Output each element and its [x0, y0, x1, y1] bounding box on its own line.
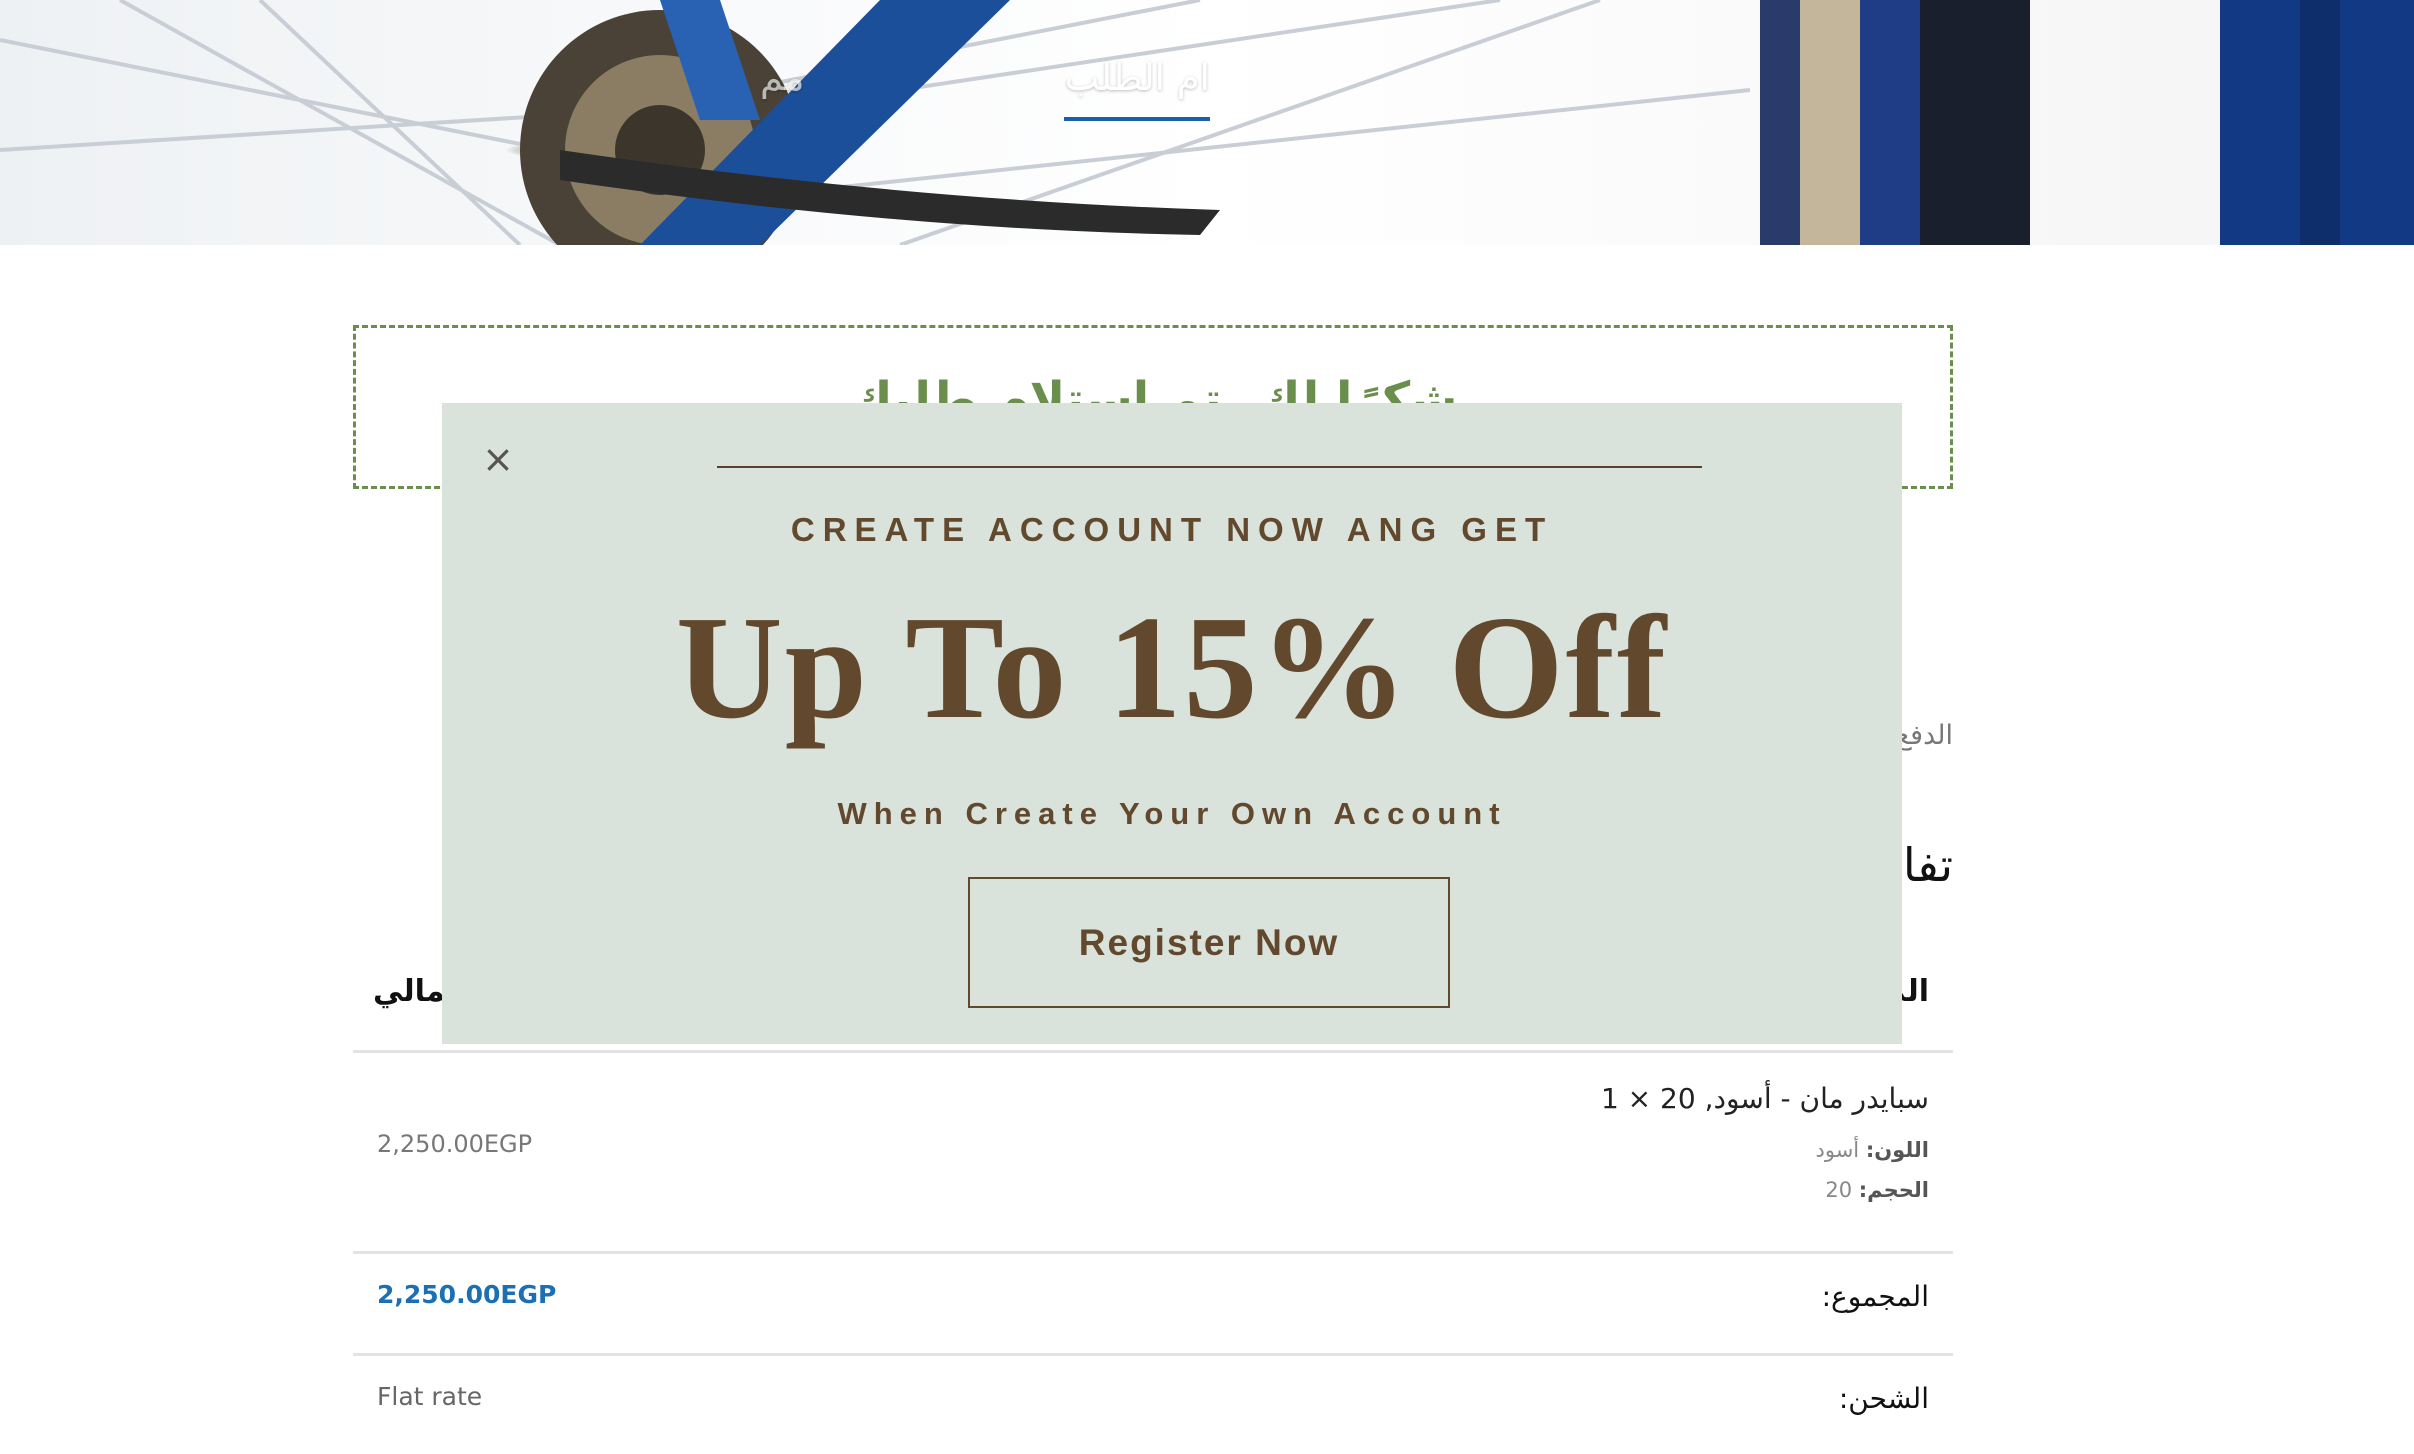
- tab-order-received[interactable]: ام الطلب: [1064, 56, 1210, 121]
- page: ام الطلب مم شكرًا لك. تم استلام طلبك الد…: [0, 0, 2414, 1454]
- shipping-value: Flat rate: [377, 1382, 483, 1411]
- meta-key-size: الحجم:: [1858, 1178, 1929, 1202]
- order-details-heading: تفا: [1902, 838, 1953, 892]
- bicycle-wheel-image: [0, 0, 2414, 245]
- table-divider: [353, 1353, 1953, 1356]
- meta-value-size: 20: [1825, 1178, 1853, 1202]
- line-item-price: 2,250.00EGP: [377, 1130, 533, 1158]
- register-now-button[interactable]: Register Now: [968, 877, 1450, 1008]
- table-divider: [353, 1050, 1953, 1053]
- popup-divider: [717, 466, 1702, 468]
- popup-subheading: When Create Your Own Account: [837, 796, 1507, 831]
- table-divider: [353, 1251, 1953, 1254]
- popup-headline: Up To 15% Off: [675, 586, 1669, 750]
- shipping-label: الشحن:: [1838, 1382, 1929, 1415]
- register-promo-popup: × CREATE ACCOUNT NOW ANG GET Up To 15% O…: [442, 403, 1902, 1044]
- close-icon[interactable]: ×: [480, 440, 516, 478]
- meta-value-color: أسود: [1815, 1138, 1860, 1162]
- subtotal-label: المجموع:: [1821, 1280, 1929, 1313]
- product-meta-size: الحجم: 20: [1825, 1178, 1929, 1202]
- product-name-link[interactable]: سبايدر مان - أسود, 20 × 1: [1601, 1082, 1929, 1115]
- product-meta-color: اللون: أسود: [1816, 1138, 1929, 1162]
- popup-kicker-text: CREATE ACCOUNT NOW ANG GET: [790, 511, 1554, 548]
- payment-method-label: الدفع: [1895, 720, 1953, 751]
- meta-key-color: اللون:: [1865, 1138, 1929, 1162]
- hero-banner: ام الطلب مم: [0, 0, 2414, 245]
- order-steps-tabs: ام الطلب مم: [760, 56, 1210, 121]
- subtotal-value: 2,250.00EGP: [377, 1280, 557, 1309]
- tab-checkout-step[interactable]: مم: [760, 56, 804, 121]
